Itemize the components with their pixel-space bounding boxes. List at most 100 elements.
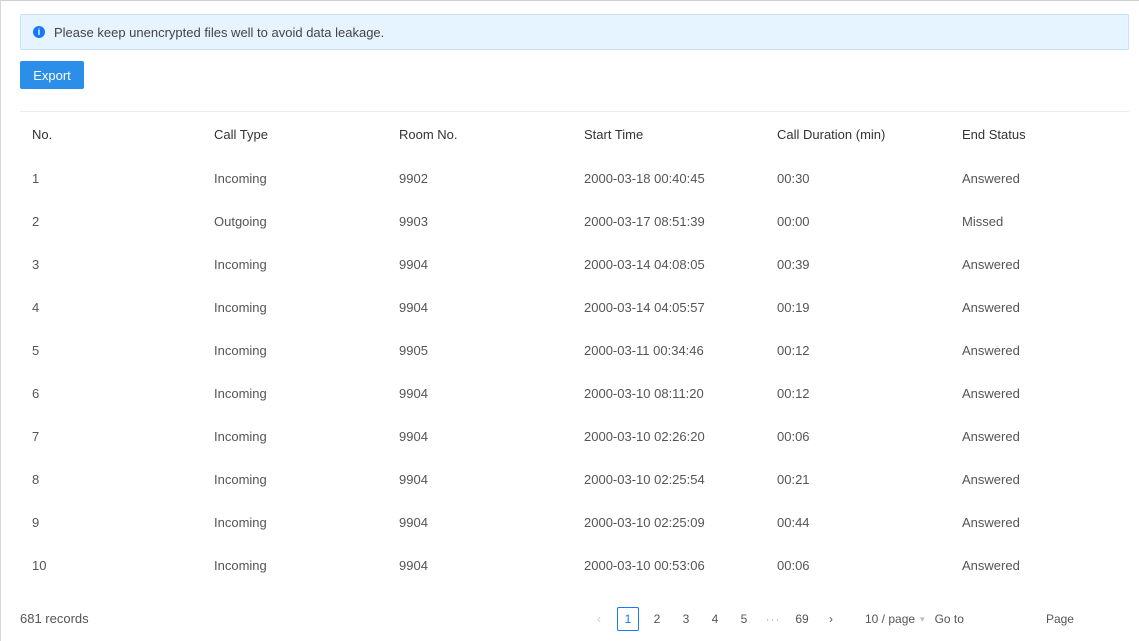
page-size-select[interactable]: 10 / page ▾ — [859, 606, 931, 632]
table-row[interactable]: 6 Incoming 9904 2000-03-10 08:11:20 00:12 Ans… — [20, 372, 1129, 415]
cell-call-duration: 00:21 — [777, 472, 810, 487]
chevron-right-icon[interactable]: › — [820, 607, 842, 631]
cell-call-type: Incoming — [214, 257, 267, 272]
table-row[interactable]: 10 Incoming 9904 2000-03-10 00:53:06 00:06 An… — [20, 544, 1129, 587]
cell-no: 6 — [32, 386, 40, 401]
cell-room-no: 9904 — [399, 472, 428, 487]
cell-start-time: 2000-03-10 02:25:54 — [584, 472, 705, 487]
cell-call-type: Incoming — [214, 300, 267, 315]
cell-call-type: Incoming — [214, 171, 267, 186]
cell-room-no: 9904 — [399, 429, 428, 444]
header-room-no: Room No. — [399, 127, 458, 142]
cell-end-status: Answered — [962, 171, 1020, 186]
page-4[interactable]: 4 — [704, 607, 726, 631]
cell-no: 4 — [32, 300, 40, 315]
page-label: Page — [1045, 612, 1074, 626]
table-row[interactable]: 9 Incoming 9904 2000-03-10 02:25:09 00:44 Ans… — [20, 501, 1129, 544]
cell-end-status: Answered — [962, 386, 1020, 401]
table-body: 1 Incoming 9902 2000-03-18 00:40:45 00:30 Ans… — [20, 157, 1129, 587]
info-icon: i — [33, 26, 45, 38]
page-size-value: 10 / page — [865, 612, 916, 626]
cell-no: 1 — [32, 171, 40, 186]
cell-call-type: Incoming — [214, 515, 267, 530]
table-row[interactable]: 2 Outgoing 9903 2000-03-17 08:51:39 00:00 Mis… — [20, 200, 1129, 243]
cell-end-status: Answered — [962, 515, 1020, 530]
goto-label: Go to — [934, 612, 964, 626]
export-button[interactable]: Export — [20, 61, 84, 89]
page-5[interactable]: 5 — [733, 607, 755, 631]
cell-call-type: Incoming — [214, 343, 267, 358]
call-records-table: No. Call Type Room No. Start Time Call D… — [20, 111, 1129, 587]
cell-call-type: Incoming — [214, 558, 267, 573]
table-row[interactable]: 1 Incoming 9902 2000-03-18 00:40:45 00:30 Ans… — [20, 157, 1129, 200]
notice-text: Please keep unencrypted files well to av… — [54, 24, 385, 40]
chevron-down-icon: ▾ — [920, 613, 925, 624]
cell-call-type: Outgoing — [214, 214, 267, 229]
cell-start-time: 2000-03-10 08:11:20 — [584, 386, 704, 401]
cell-room-no: 9905 — [399, 343, 428, 358]
cell-call-duration: 00:12 — [777, 386, 810, 401]
page-1[interactable]: 1 — [617, 607, 639, 631]
cell-room-no: 9904 — [399, 515, 428, 530]
chevron-left-icon[interactable]: ‹ — [588, 607, 610, 631]
cell-end-status: Answered — [962, 300, 1020, 315]
cell-start-time: 2000-03-10 02:25:09 — [584, 515, 705, 530]
header-call-type: Call Type — [214, 127, 268, 142]
cell-start-time: 2000-03-10 02:26:20 — [584, 429, 705, 444]
cell-room-no: 9904 — [399, 300, 428, 315]
table-row[interactable]: 7 Incoming 9904 2000-03-10 02:26:20 00:06 Ans… — [20, 415, 1129, 458]
cell-room-no: 9904 — [399, 257, 428, 272]
cell-call-duration: 00:06 — [777, 429, 810, 444]
page-frame: i Please keep unencrypted files well to … — [0, 0, 1139, 641]
table-row[interactable]: 8 Incoming 9904 2000-03-10 02:25:54 00:21 Ans… — [20, 458, 1129, 501]
goto-page-input[interactable] — [967, 606, 1024, 632]
cell-call-type: Incoming — [214, 472, 267, 487]
cell-no: 10 — [32, 558, 47, 573]
cell-end-status: Missed — [962, 214, 1004, 229]
cell-no: 8 — [32, 472, 40, 487]
cell-call-duration: 00:39 — [777, 257, 810, 272]
page-3[interactable]: 3 — [675, 607, 697, 631]
header-no: No. — [32, 127, 53, 142]
cell-call-type: Incoming — [214, 429, 267, 444]
cell-room-no: 9904 — [399, 386, 428, 401]
table-header: No. Call Type Room No. Start Time Call D… — [20, 112, 1129, 157]
page-ellipsis[interactable]: ··· — [762, 607, 784, 631]
page-last[interactable]: 69 — [791, 607, 813, 631]
cell-start-time: 2000-03-18 00:40:45 — [584, 171, 705, 186]
cell-start-time: 2000-03-17 08:51:39 — [584, 214, 705, 229]
page-2[interactable]: 2 — [646, 607, 668, 631]
table-row[interactable]: 3 Incoming 9904 2000-03-14 04:08:05 00:39 Ans… — [20, 243, 1129, 286]
cell-end-status: Answered — [962, 257, 1020, 272]
cell-end-status: Answered — [962, 558, 1020, 573]
cell-end-status: Answered — [962, 472, 1020, 487]
cell-start-time: 2000-03-14 04:05:57 — [584, 300, 705, 315]
cell-call-duration: 00:06 — [777, 558, 810, 573]
cell-call-duration: 00:00 — [777, 214, 810, 229]
cell-call-duration: 00:12 — [777, 343, 810, 358]
cell-no: 7 — [32, 429, 40, 444]
cell-start-time: 2000-03-11 00:34:46 — [584, 343, 704, 358]
cell-room-no: 9904 — [399, 558, 428, 573]
cell-no: 3 — [32, 257, 40, 272]
cell-end-status: Answered — [962, 429, 1020, 444]
cell-no: 2 — [32, 214, 40, 229]
header-call-duration: Call Duration (min) — [777, 127, 886, 142]
cell-start-time: 2000-03-10 00:53:06 — [584, 558, 705, 573]
notice-banner: i Please keep unencrypted files well to … — [20, 14, 1129, 50]
cell-room-no: 9903 — [399, 214, 428, 229]
pagination: ‹ 1 2 3 4 5 ··· 69 › 10 / page ▾ Go to P… — [588, 604, 1074, 634]
table-row[interactable]: 4 Incoming 9904 2000-03-14 04:05:57 00:19 Ans… — [20, 286, 1129, 329]
cell-start-time: 2000-03-14 04:08:05 — [584, 257, 705, 272]
total-records: 681 records — [20, 611, 89, 626]
cell-call-duration: 00:30 — [777, 171, 810, 186]
cell-call-duration: 00:19 — [777, 300, 810, 315]
cell-no: 5 — [32, 343, 40, 358]
cell-end-status: Answered — [962, 343, 1020, 358]
cell-no: 9 — [32, 515, 40, 530]
cell-call-duration: 00:44 — [777, 515, 810, 530]
header-end-status: End Status — [962, 127, 1026, 142]
cell-call-type: Incoming — [214, 386, 267, 401]
table-row[interactable]: 5 Incoming 9905 2000-03-11 00:34:46 00:12 Ans… — [20, 329, 1129, 372]
cell-room-no: 9902 — [399, 171, 428, 186]
